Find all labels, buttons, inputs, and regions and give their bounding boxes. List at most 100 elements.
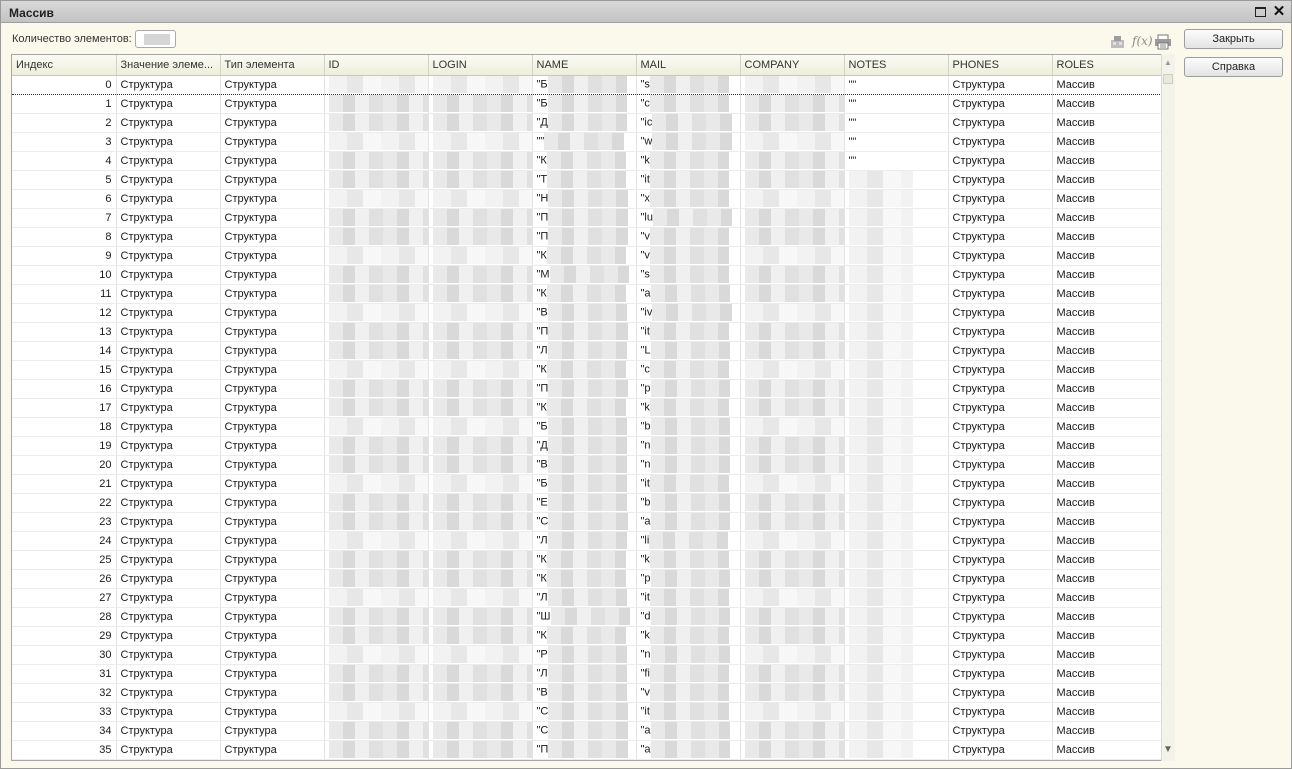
column-header[interactable]: MAIL xyxy=(636,55,741,76)
vertical-scrollbar[interactable] xyxy=(1161,54,1175,761)
table-row[interactable]: 12 Структура Структура "В "iv Структура Массив xyxy=(12,303,1163,323)
value-cell: Структура xyxy=(116,341,221,361)
scroll-thumb[interactable] xyxy=(1163,74,1173,84)
masked-value xyxy=(432,551,531,568)
table-row[interactable]: 20 Структура Структура "В "n Структура Массив xyxy=(12,455,1163,475)
table-row[interactable]: 3 Структура Структура "" "w "" Структура Массив xyxy=(12,132,1163,152)
masked-value xyxy=(432,342,531,359)
table-row[interactable]: 9 Структура Структура "К "v Структура Массив xyxy=(12,246,1163,266)
index-cell: 35 xyxy=(12,740,117,760)
table-row[interactable]: 15 Структура Структура "К "c Структура Массив xyxy=(12,360,1163,380)
table-row[interactable]: 18 Структура Структура "Б "b Структура Массив xyxy=(12,417,1163,437)
table-row[interactable]: 19 Структура Структура "Д "n Структура Массив xyxy=(12,436,1163,456)
column-header[interactable]: PHONES xyxy=(948,55,1053,76)
table-row[interactable]: 16 Структура Структура "П "p Структура Массив xyxy=(12,379,1163,399)
type-cell: Структура xyxy=(220,379,325,399)
scroll-up-icon[interactable]: ▲ xyxy=(1164,58,1172,67)
column-header[interactable]: Значение элеме... xyxy=(116,55,221,76)
array-table[interactable]: Индекс Значение элеме... Тип элемента ID LOG… xyxy=(11,54,1175,761)
close-icon[interactable]: ✕ xyxy=(1272,4,1286,19)
name-cell: "К xyxy=(532,151,637,171)
id-cell xyxy=(324,322,429,342)
table-row[interactable]: 1 Структура Структура "Б "c "" Структура Массив xyxy=(12,94,1163,114)
table-row[interactable]: 34 Структура Структура "С "a Структура Массив xyxy=(12,721,1163,741)
table-row[interactable]: 27 Структура Структура "Л "it Структура Массив xyxy=(12,588,1163,608)
table-row[interactable]: 10 Структура Структура "М "s Структура Массив xyxy=(12,265,1163,285)
masked-value xyxy=(432,266,531,283)
table-row[interactable]: 14 Структура Структура "Л "L Структура Массив xyxy=(12,341,1163,361)
id-cell xyxy=(324,113,429,133)
close-button[interactable]: Закрыть xyxy=(1184,29,1283,49)
masked-value xyxy=(549,266,629,283)
index-cell: 33 xyxy=(12,702,117,722)
table-row[interactable]: 29 Структура Структура "К "k Структура Массив xyxy=(12,626,1163,646)
id-cell xyxy=(324,740,429,760)
company-cell xyxy=(740,569,845,589)
table-row[interactable]: 13 Структура Структура "П "it Структура Массив xyxy=(12,322,1163,342)
table-row[interactable]: 31 Структура Структура "Л "fi Структура Массив xyxy=(12,664,1163,684)
type-cell: Структура xyxy=(220,569,325,589)
masked-value xyxy=(328,399,427,416)
masked-value xyxy=(328,475,427,492)
masked-value xyxy=(848,437,913,454)
cell-text: "К xyxy=(536,572,547,585)
formula-icon[interactable]: f(x) xyxy=(1132,34,1153,50)
cell-text: "П xyxy=(536,743,549,756)
masked-value xyxy=(649,266,730,283)
table-row[interactable]: 11 Структура Структура "К "a Структура Массив xyxy=(12,284,1163,304)
id-cell xyxy=(324,455,429,475)
column-header[interactable]: NOTES xyxy=(844,55,949,76)
masked-value xyxy=(548,228,628,245)
table-row[interactable]: 5 Структура Структура "Т "it Структура Массив xyxy=(12,170,1163,190)
table-row[interactable]: 26 Структура Структура "К "p Структура Массив xyxy=(12,569,1163,589)
table-row[interactable]: 7 Структура Структура "П "lu Структура Массив xyxy=(12,208,1163,228)
table-row[interactable]: 22 Структура Структура "Е "b Структура Массив xyxy=(12,493,1163,513)
column-header[interactable]: ROLES xyxy=(1052,55,1163,76)
column-header[interactable]: ID xyxy=(324,55,429,76)
masked-value xyxy=(744,95,843,112)
table-row[interactable]: 28 Структура Структура "Ш "d Структура Массив xyxy=(12,607,1163,627)
table-row[interactable]: 4 Структура Структура "К "k "" Структура Массив xyxy=(12,151,1163,171)
table-row[interactable]: 0 Структура Структура "Б "s "" Структура Массив xyxy=(12,74,1163,95)
masked-value xyxy=(744,513,843,530)
table-row[interactable]: 2 Структура Структура "Д "ic "" Структура Масси… xyxy=(12,113,1163,133)
company-cell xyxy=(740,189,845,209)
notes-cell xyxy=(844,531,949,551)
masked-value xyxy=(328,247,427,264)
table-row[interactable]: 33 Структура Структура "С "it Структура Массив xyxy=(12,702,1163,722)
maximize-icon[interactable] xyxy=(1253,5,1267,19)
masked-value xyxy=(744,665,843,682)
table-row[interactable]: 35 Структура Структура "П "a Структура Массив xyxy=(12,740,1163,760)
title-bar[interactable]: Массив ✕ xyxy=(1,1,1291,23)
mail-cell: "b xyxy=(636,417,741,437)
column-header[interactable]: COMPANY xyxy=(740,55,845,76)
column-header[interactable]: LOGIN xyxy=(428,55,533,76)
phones-cell: Структура xyxy=(948,341,1053,361)
value-cell: Структура xyxy=(116,493,221,513)
scroll-down-icon[interactable]: ▼ xyxy=(1163,744,1173,755)
column-header[interactable]: Тип элемента xyxy=(220,55,325,76)
table-row[interactable]: 21 Структура Структура "Б "it Структура Массив xyxy=(12,474,1163,494)
print-icon[interactable] xyxy=(1154,34,1172,50)
column-header[interactable]: NAME xyxy=(532,55,637,76)
table-row[interactable]: 24 Структура Структура "Л "li Структура Массив xyxy=(12,531,1163,551)
table-row[interactable]: 6 Структура Структура "Н "x Структура Массив xyxy=(12,189,1163,209)
column-header[interactable]: Индекс xyxy=(12,55,117,76)
masked-value xyxy=(544,133,624,150)
index-cell: 29 xyxy=(12,626,117,646)
help-button[interactable]: Справка xyxy=(1184,57,1283,77)
table-row[interactable]: 25 Структура Структура "К "k Структура Массив xyxy=(12,550,1163,570)
name-cell: "Л xyxy=(532,664,637,684)
phones-cell: Структура xyxy=(948,721,1053,741)
masked-value xyxy=(848,513,913,530)
roles-cell: Массив xyxy=(1052,683,1163,703)
table-row[interactable]: 8 Структура Структура "П "v Структура Массив xyxy=(12,227,1163,247)
table-row[interactable]: 17 Структура Структура "К "k Структура Массив xyxy=(12,398,1163,418)
mail-cell: "n xyxy=(636,645,741,665)
table-row[interactable]: 32 Структура Структура "В "v Структура Массив xyxy=(12,683,1163,703)
table-row[interactable]: 30 Структура Структура "Р "n Структура Массив xyxy=(12,645,1163,665)
notes-cell xyxy=(844,702,949,722)
table-row[interactable]: 23 Структура Структура "С "a Структура Массив xyxy=(12,512,1163,532)
masked-value xyxy=(649,361,730,378)
tree-view-icon[interactable] xyxy=(1109,34,1127,50)
